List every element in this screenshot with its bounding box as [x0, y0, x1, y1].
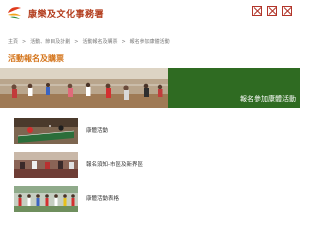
- hall-thumbnail[interactable]: [14, 152, 78, 178]
- list-item-label[interactable]: 報名須知-市區及新界區: [86, 160, 143, 168]
- breadcrumb-enrolment[interactable]: 活動報名及購票: [82, 38, 117, 45]
- page-title: 活動報名及購票: [8, 54, 64, 63]
- breadcrumb-separator: >: [121, 39, 126, 45]
- tool-icon-1[interactable]: [252, 6, 262, 16]
- tool-icon-2[interactable]: [267, 6, 277, 16]
- breadcrumb-separator: >: [22, 39, 27, 45]
- badminton-hall-photo: [0, 68, 168, 108]
- tool-icon-3[interactable]: [282, 6, 292, 16]
- breadcrumb: 主頁 > 活動、節目及計劃 > 活動報名及購票 > 報名參加康體活動: [8, 38, 170, 45]
- site-title[interactable]: 康樂及文化事務署: [28, 7, 104, 20]
- lcsd-logo-icon[interactable]: [6, 4, 23, 21]
- list-item-label[interactable]: 康體活動表格: [86, 194, 119, 202]
- breadcrumb-current: 報名參加康體活動: [129, 39, 170, 45]
- list-item[interactable]: 康體活動: [14, 118, 294, 146]
- hero-banner: 報名參加康體活動: [0, 68, 300, 108]
- breadcrumb-activities[interactable]: 活動、節目及計劃: [30, 38, 70, 45]
- breadcrumb-separator: >: [74, 39, 79, 45]
- site-header: 康樂及文化事務署: [0, 0, 300, 28]
- table-tennis-thumbnail[interactable]: [14, 118, 78, 144]
- banner-caption: 報名參加康體活動: [240, 95, 296, 103]
- list-item-label[interactable]: 康體活動: [86, 126, 108, 134]
- list-item[interactable]: 報名須知-市區及新界區: [14, 152, 294, 180]
- group-thumbnail[interactable]: [14, 186, 78, 212]
- header-tools: [252, 6, 292, 16]
- list-item[interactable]: 康體活動表格: [14, 186, 294, 214]
- breadcrumb-home[interactable]: 主頁: [8, 38, 18, 45]
